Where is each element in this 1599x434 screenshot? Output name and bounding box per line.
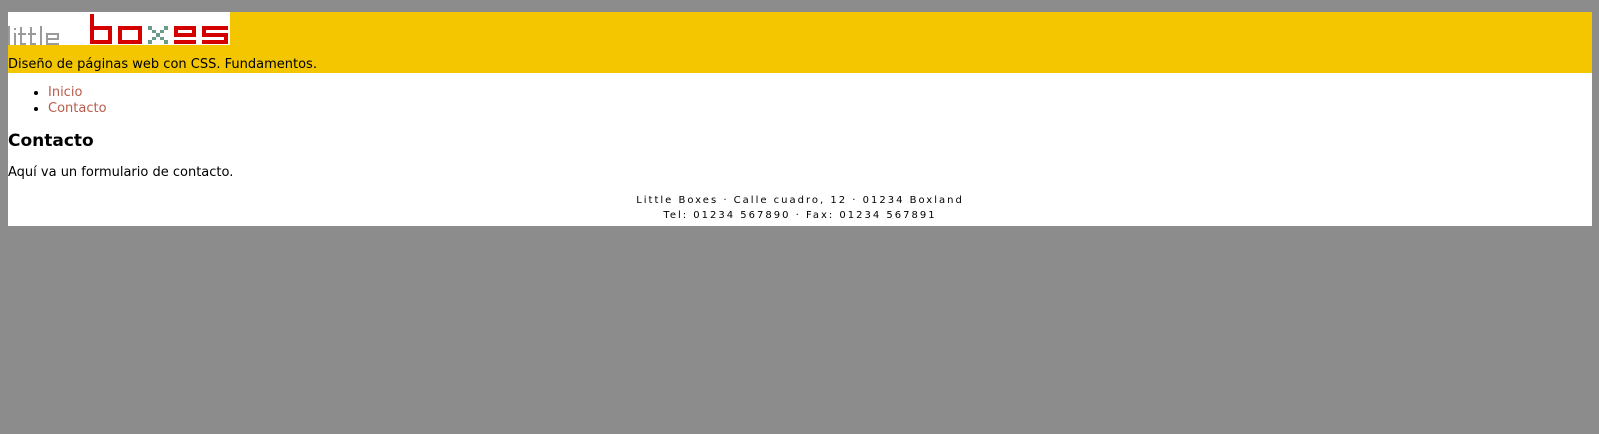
footer-address: Little Boxes · Calle cuadro, 12 · 01234 … (636, 195, 964, 206)
page-container: Diseño de páginas web con CSS. Fundament… (8, 12, 1592, 226)
main-navigation: Inicio Contacto (8, 85, 107, 117)
nav-link-contacto[interactable]: Contacto (48, 101, 107, 116)
logo-little-lettering (8, 26, 59, 45)
logo-x-pixels (148, 26, 168, 44)
logo-image (8, 14, 228, 45)
footer-contact-numbers: Tel: 01234 567890 · Fax: 01234 567891 (663, 210, 937, 221)
content-text: Aquí va un formulario de contacto. (8, 165, 234, 180)
page-title: Contacto (8, 131, 94, 151)
nav-item-contacto: Contacto (48, 101, 107, 117)
site-header: Diseño de páginas web con CSS. Fundament… (8, 12, 1592, 73)
nav-item-inicio: Inicio (48, 85, 107, 101)
nav-link-inicio[interactable]: Inicio (48, 85, 82, 100)
site-tagline: Diseño de páginas web con CSS. Fundament… (8, 57, 317, 72)
site-logo[interactable] (8, 12, 230, 45)
logo-boxes-lettering (90, 14, 228, 44)
site-footer: Little Boxes · Calle cuadro, 12 · 01234 … (8, 193, 1592, 223)
